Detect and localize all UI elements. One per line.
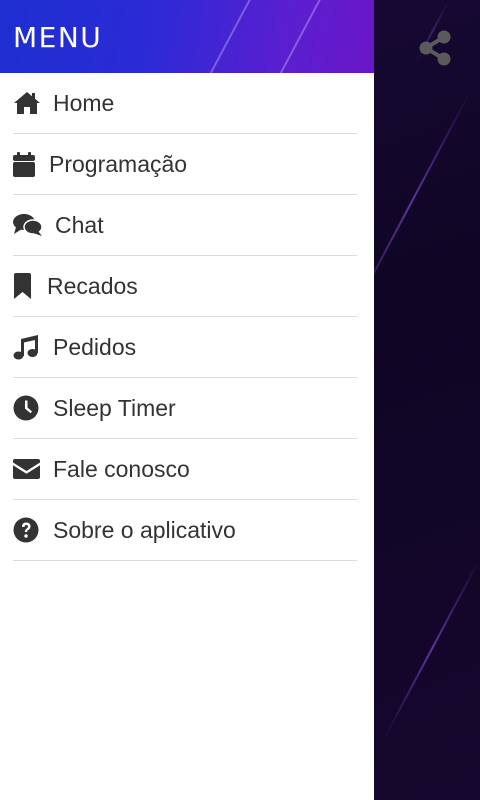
menu-item-label: Sleep Timer	[53, 394, 176, 421]
menu-item-label: Home	[53, 89, 115, 116]
menu-list: Home Programação Chat Recados Pedidos Sl…	[0, 73, 374, 561]
envelope-icon	[13, 454, 43, 484]
app-screen: MENU Home Programação Chat Recados Pedid…	[0, 0, 480, 800]
share-button[interactable]	[414, 27, 456, 69]
menu-item-home[interactable]: Home	[13, 73, 357, 134]
music-note-icon	[13, 332, 43, 362]
drawer-header: MENU	[0, 0, 374, 73]
navigation-drawer: MENU Home Programação Chat Recados Pedid…	[0, 0, 374, 800]
drawer-title: MENU	[13, 21, 103, 54]
chat-icon	[13, 210, 45, 240]
menu-item-label: Chat	[55, 211, 104, 238]
menu-item-label: Programação	[49, 150, 188, 177]
menu-item-label: Fale conosco	[53, 455, 190, 482]
menu-item-label: Sobre o aplicativo	[53, 516, 236, 543]
share-icon	[419, 30, 451, 66]
calendar-icon	[13, 149, 39, 179]
menu-item-sleep-timer[interactable]: Sleep Timer	[13, 378, 357, 439]
clock-icon	[13, 393, 43, 423]
background-streak	[384, 560, 480, 738]
header-streak	[274, 0, 328, 73]
menu-item-programacao[interactable]: Programação	[13, 134, 357, 195]
bookmark-icon	[13, 271, 37, 301]
menu-item-sobre[interactable]: Sobre o aplicativo	[13, 500, 357, 561]
header-streak	[204, 0, 258, 73]
menu-item-pedidos[interactable]: Pedidos	[13, 317, 357, 378]
menu-item-fale-conosco[interactable]: Fale conosco	[13, 439, 357, 500]
home-icon	[13, 88, 43, 118]
menu-item-label: Recados	[47, 272, 138, 299]
menu-item-chat[interactable]: Chat	[13, 195, 357, 256]
question-circle-icon	[13, 515, 43, 545]
menu-item-label: Pedidos	[53, 333, 137, 360]
menu-item-recados[interactable]: Recados	[13, 256, 357, 317]
